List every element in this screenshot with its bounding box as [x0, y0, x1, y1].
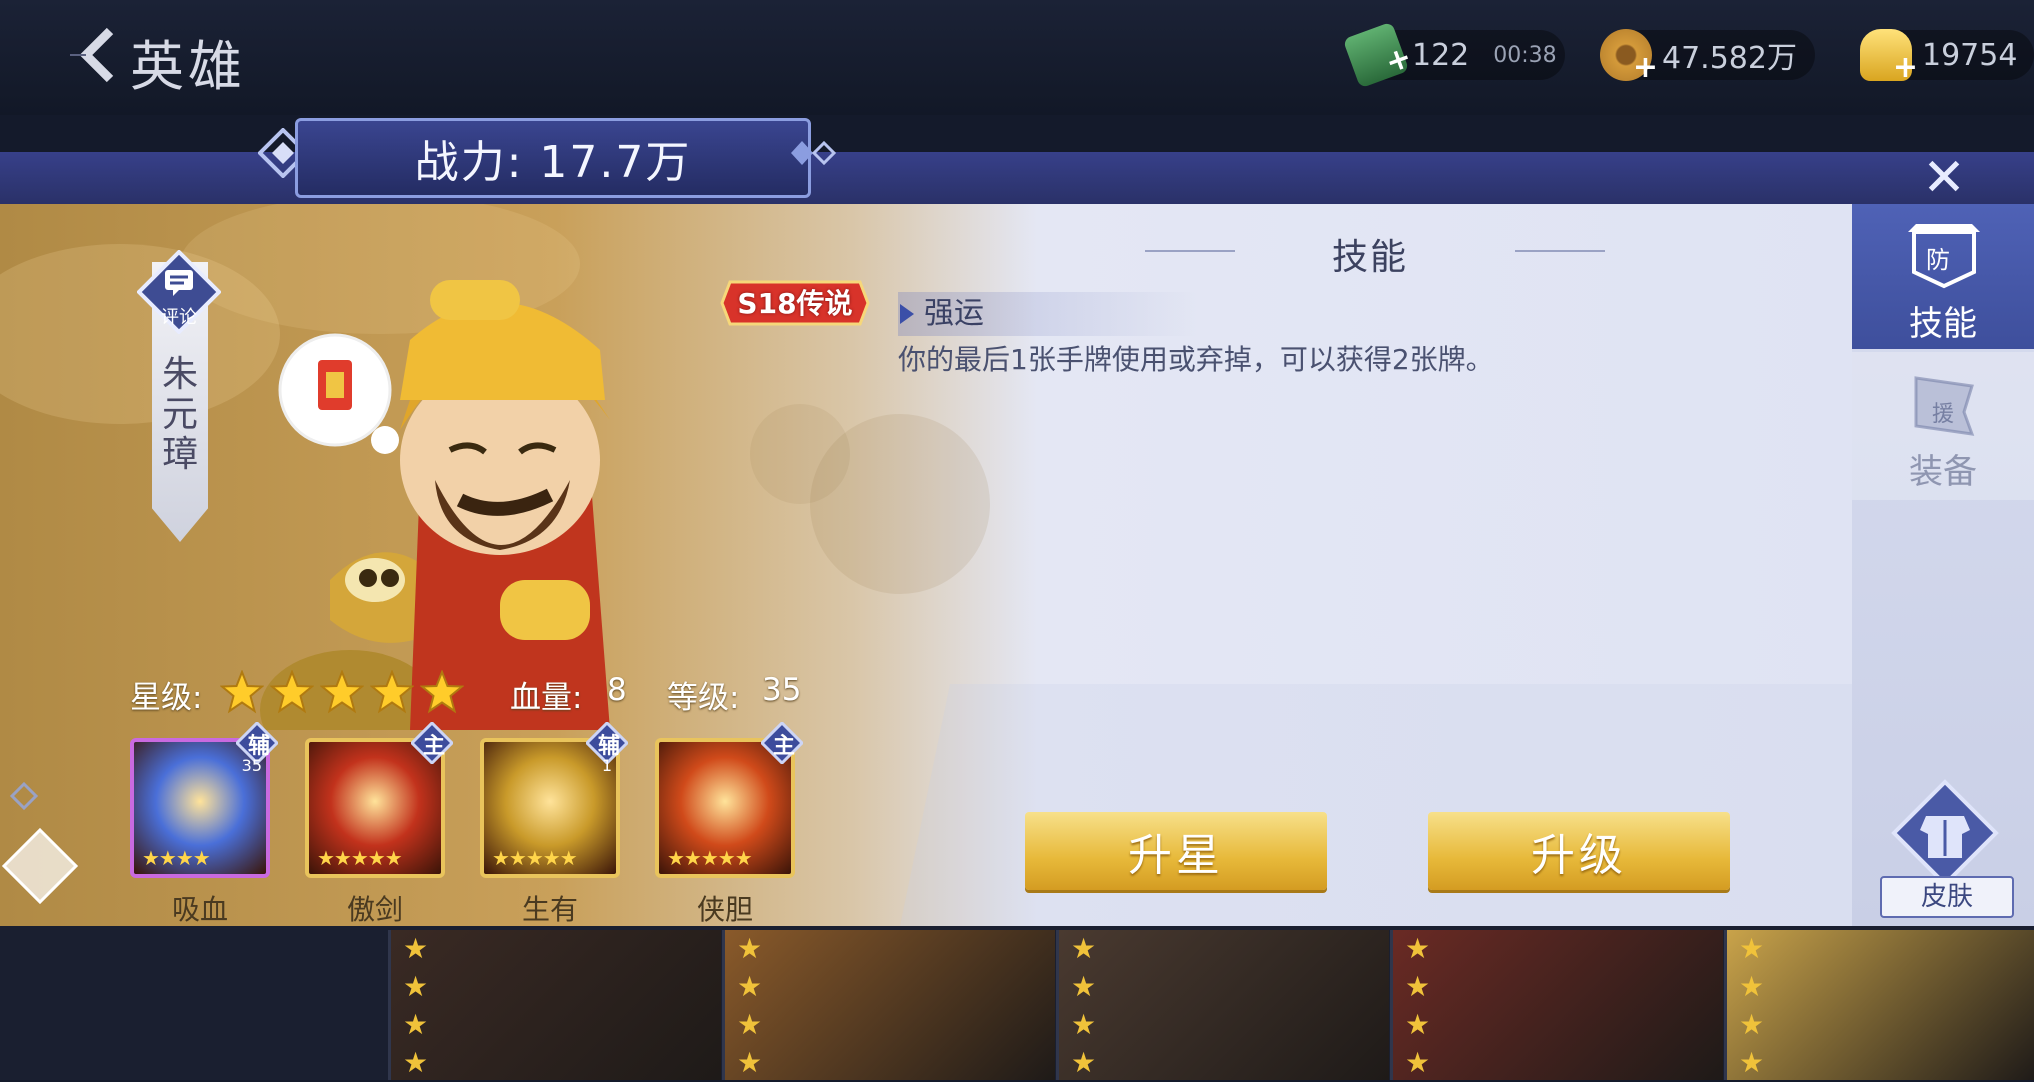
resource-jade-timer: 00:38 [1493, 42, 1557, 68]
roster-hero-card[interactable]: ★ ★ ★ ★ [1056, 930, 1389, 1080]
roster-hero-card[interactable]: ★ ★ ★ ★ [1724, 930, 2034, 1080]
roster-star-rating: ★ ★ ★ ★ [737, 932, 763, 1079]
diamond-ornament-icon [791, 140, 837, 166]
skill-card-name: 吸血 [171, 893, 228, 926]
tab-equipment-label: 装备 [1909, 452, 1977, 492]
comment-label: 评论 [161, 307, 197, 328]
level-value: 35 [762, 672, 802, 708]
resource-copper[interactable]: + 47.582万 [1600, 29, 1815, 85]
skin-button-label[interactable]: 皮肤 [1880, 876, 2014, 918]
skill-section-title: 技能 [1331, 237, 1408, 278]
hp-label: 血量: [510, 680, 583, 716]
skill-stars: ★★★★★ [317, 846, 403, 870]
skill-stars: ★★★★ [142, 846, 211, 870]
skill-card[interactable]: 辅 35 ★★★★ [130, 722, 278, 878]
tab-skills-icon-text: 防 [1926, 246, 1950, 274]
close-icon[interactable]: ✕ [1918, 152, 1970, 204]
hero-name: 朱元璋 [161, 354, 198, 475]
header-divider-right [1515, 250, 1605, 252]
combat-power-display: 战力: 17.7万 [295, 118, 811, 198]
skill-description: 你的最后1张手牌使用或弃掉，可以获得2张牌。 [898, 343, 1494, 376]
skill-card-name: 侠胆 [696, 893, 753, 926]
level-up-button[interactable]: 升级 [1428, 812, 1730, 890]
roster-hero-card[interactable]: ★ ★ ★ ★ [388, 930, 721, 1080]
roster-star-rating: ★ ★ ★ ★ [1405, 932, 1431, 1079]
skill-name: 强运 [898, 292, 1198, 336]
skill-stars: ★★★★★ [492, 846, 578, 870]
hero-portrait [260, 280, 610, 730]
skin-armor-icon[interactable] [1890, 778, 2000, 888]
gold-ingot-icon: + [1860, 29, 1918, 85]
resource-jade[interactable]: + 122 00:38 [1342, 21, 1565, 89]
star-icon [269, 669, 315, 714]
copper-coin-icon: + [1600, 29, 1658, 85]
roster-hero-card[interactable]: ★ ★ ★ ★ [1390, 930, 1723, 1080]
roster-hero-card[interactable]: ★ ★ ★ ★ [722, 930, 1055, 1080]
tab-skills-label: 技能 [1909, 304, 1977, 344]
skill-stars: ★★★★★ [667, 846, 753, 870]
skill-card[interactable]: 主 ★★★★★ [305, 722, 453, 878]
roster-star-rating: ★ ★ ★ ★ [1739, 932, 1765, 1079]
skill-level: 1 [601, 756, 612, 775]
star-icon [319, 669, 365, 714]
roster-star-rating: ★ ★ ★ ★ [1071, 932, 1097, 1079]
skill-marker-icon [900, 304, 914, 324]
page-title: 英雄 [130, 35, 246, 98]
resource-gold[interactable]: + 19754 [1860, 29, 2034, 85]
star-up-button[interactable]: 升星 [1025, 812, 1327, 890]
roster-star-rating: ★ ★ ★ ★ [403, 932, 429, 1079]
skill-card-name: 生有 [521, 893, 578, 926]
resource-gold-value: 19754 [1922, 37, 2018, 73]
skill-type-tag: 主 [422, 734, 445, 759]
tab-skills[interactable]: 防 技能 [1852, 204, 2034, 349]
tab-equipment-icon-text: 援 [1932, 402, 1955, 427]
skill-card[interactable]: 辅 1 ★★★★★ [480, 722, 628, 878]
hp-value: 8 [607, 672, 627, 708]
resource-copper-value: 47.582万 [1662, 41, 1797, 76]
skill-level: 35 [241, 756, 262, 775]
level-label: 等级: [667, 680, 740, 716]
diamond-ornament-icon [1, 781, 79, 905]
star-icon [369, 669, 415, 714]
skill-type-tag: 主 [772, 734, 795, 759]
resource-jade-value: 122 [1412, 37, 1470, 73]
star-rating [219, 669, 470, 718]
tab-equipment[interactable]: 援 装备 [1852, 352, 2034, 500]
star-icon [219, 669, 265, 714]
star-level-label: 星级: [130, 680, 203, 716]
star-icon [419, 669, 465, 714]
season-badge-label: S18传说 [737, 287, 853, 320]
back-arrow-icon[interactable] [70, 25, 130, 85]
skill-card-name: 傲剑 [346, 893, 403, 926]
skill-card[interactable]: 主 ★★★★★ [655, 722, 803, 878]
